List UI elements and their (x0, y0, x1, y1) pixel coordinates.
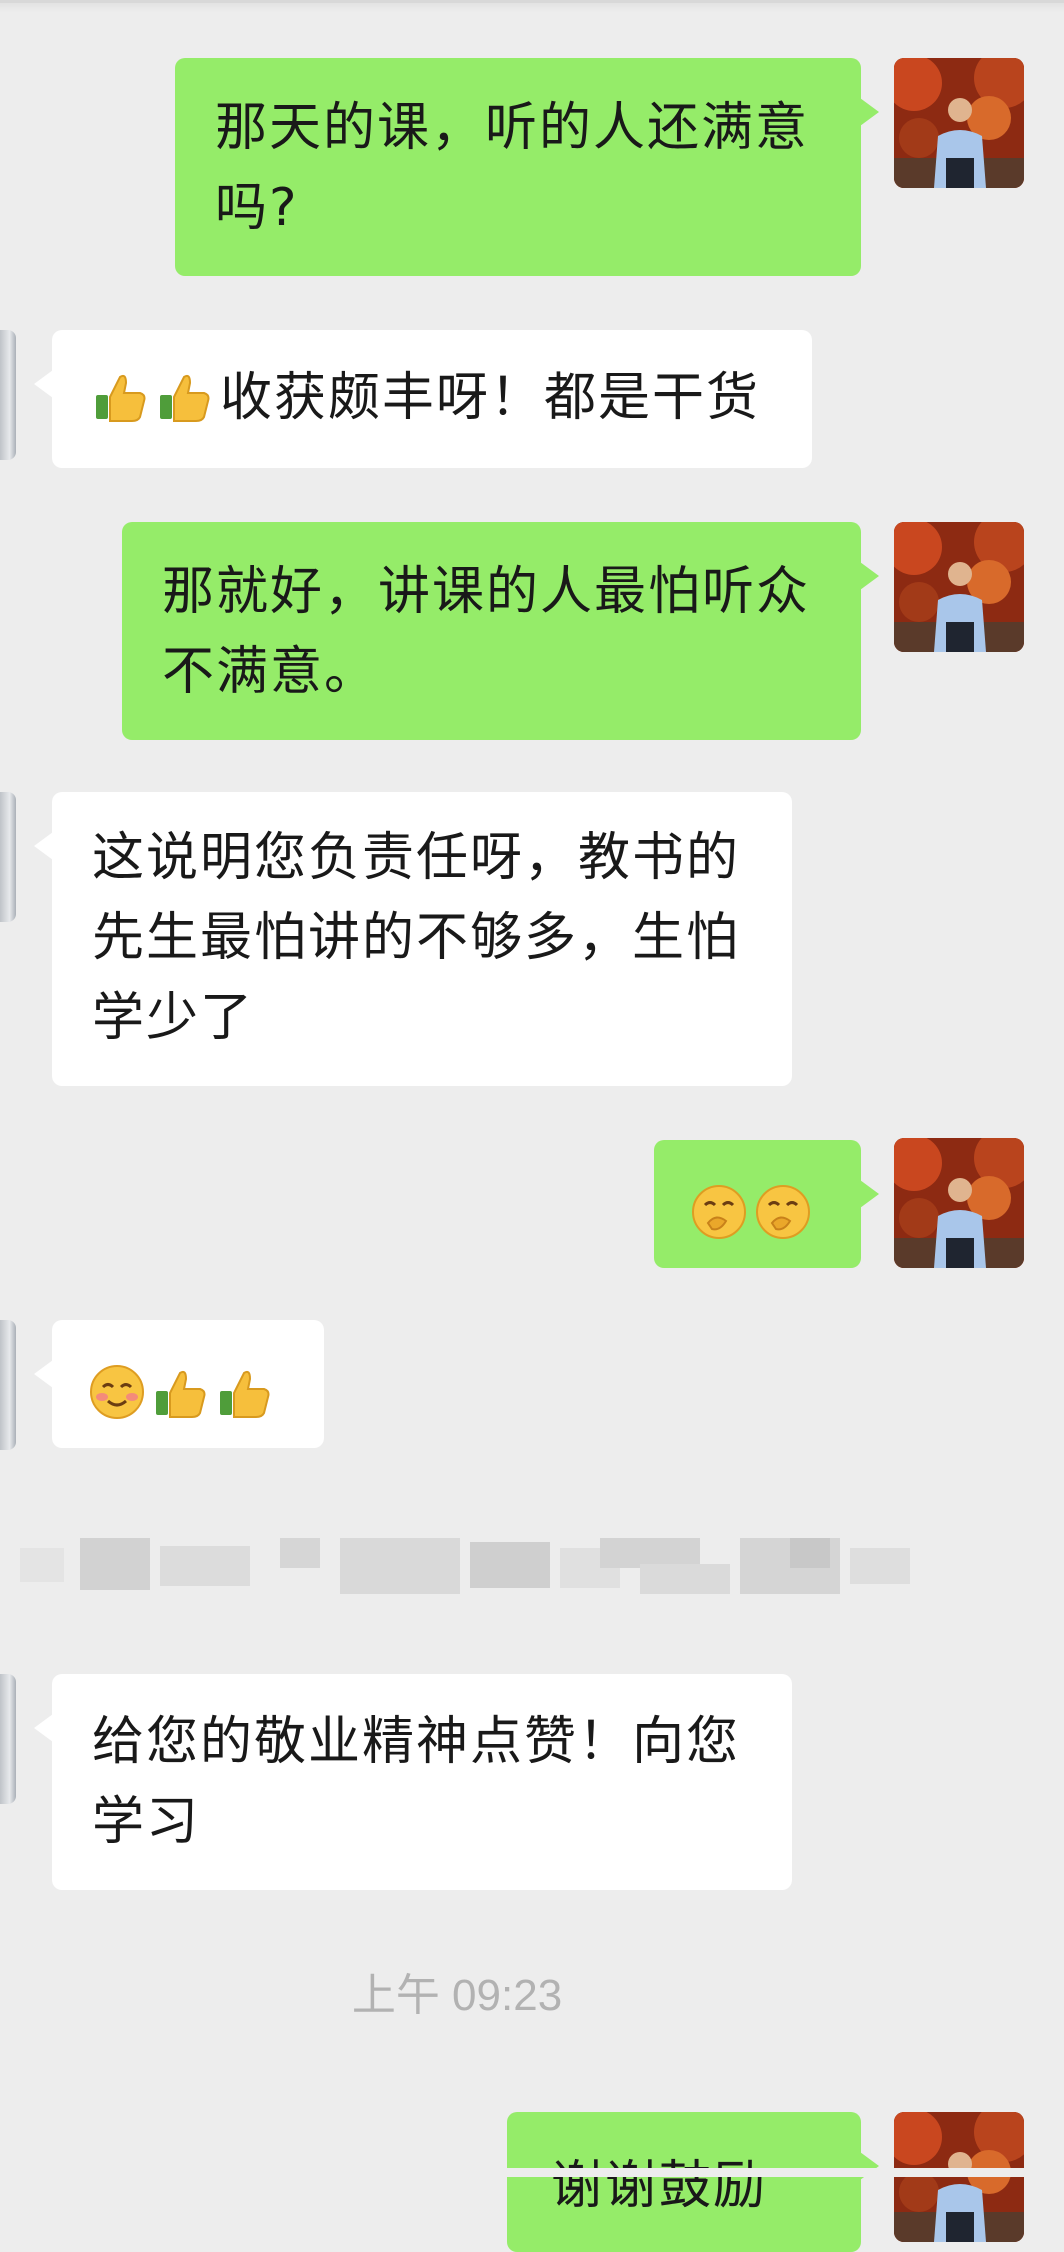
top-divider (0, 0, 1064, 12)
message-bubble-outgoing[interactable]: 谢谢鼓励 (507, 2112, 879, 2252)
message-text: 这说明您负责任呀，教书的先生最怕讲的不够多，生怕学少了 (92, 828, 741, 1048)
chuckle-face-icon (754, 1183, 812, 1241)
avatar-other[interactable] (0, 330, 16, 460)
message-bubble-outgoing[interactable]: 那天的课，听的人还满意吗? (175, 58, 879, 276)
avatar-other[interactable] (0, 1320, 16, 1450)
message-bubble-outgoing[interactable]: 那就好，讲课的人最怕听众不满意。 (122, 522, 879, 740)
message-bubble-incoming[interactable] (34, 1320, 324, 1448)
timestamp: 上午 09:23 (351, 1971, 563, 2020)
bottom-edge (0, 2168, 1064, 2177)
avatar-self[interactable] (894, 1138, 1024, 1268)
message-text: 给您的敬业精神点赞！向您学习 (92, 1712, 741, 1852)
message-bubble-outgoing[interactable] (654, 1140, 879, 1268)
message-text: 收获颇丰呀！都是干货 (220, 368, 761, 428)
avatar-other[interactable] (0, 1674, 16, 1804)
message-text: 那就好，讲课的人最怕听众不满意。 (162, 562, 811, 702)
avatar-photo-icon (894, 58, 1024, 188)
pixelated-content (20, 1538, 910, 1594)
avatar-photo-icon (894, 1138, 1024, 1268)
message-bubble-incoming[interactable]: 这说明您负责任呀，教书的先生最怕讲的不够多，生怕学少了 (34, 792, 792, 1086)
thumbs-up-icon (152, 1363, 210, 1421)
smiling-face-icon (88, 1363, 146, 1421)
avatar-photo-icon (894, 2112, 1024, 2242)
message-bubble-incoming[interactable]: 收获颇丰呀！都是干货 (34, 330, 812, 468)
avatar-self[interactable] (894, 2112, 1024, 2242)
thumbs-up-icon (156, 367, 214, 425)
message-bubble-incoming[interactable]: 给您的敬业精神点赞！向您学习 (34, 1674, 792, 1890)
chuckle-face-icon (690, 1183, 748, 1241)
thumbs-up-icon (92, 367, 150, 425)
avatar-other[interactable] (0, 792, 16, 922)
avatar-self[interactable] (894, 522, 1024, 652)
message-text: 谢谢鼓励 (551, 2156, 768, 2216)
avatar-self[interactable] (894, 58, 1024, 188)
thumbs-up-icon (216, 1363, 274, 1421)
message-text: 那天的课，听的人还满意吗? (215, 98, 810, 238)
avatar-photo-icon (894, 522, 1024, 652)
